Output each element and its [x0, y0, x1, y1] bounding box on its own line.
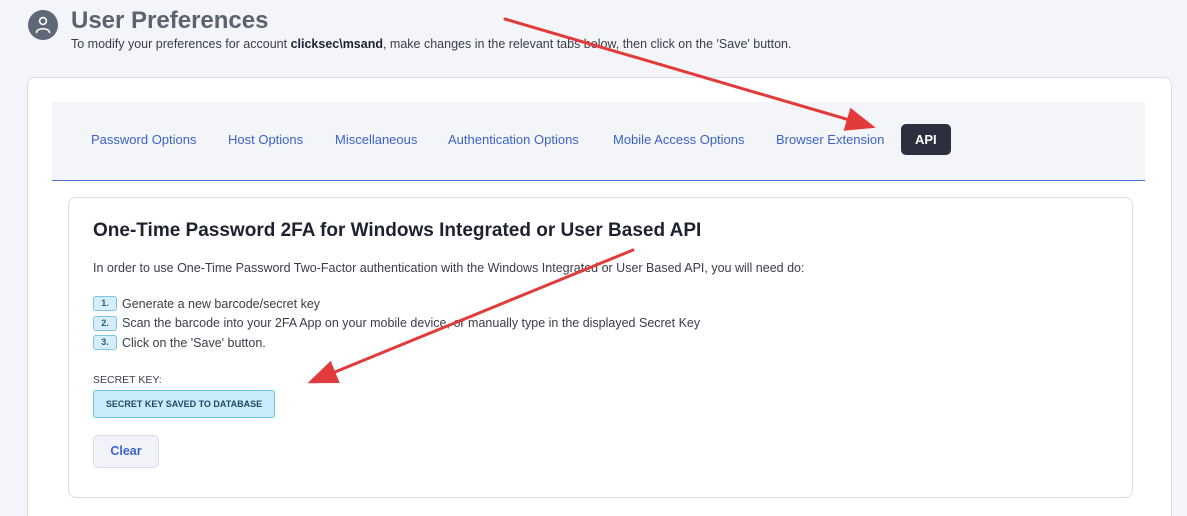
step-number: 2. [93, 315, 117, 331]
step-number: 1. [93, 296, 117, 312]
preferences-card: Password Options Host Options Miscellane… [27, 77, 1172, 516]
secret-key-status-badge: SECRET KEY SAVED TO DATABASE [93, 390, 275, 418]
user-icon [28, 10, 58, 40]
panel-title: One-Time Password 2FA for Windows Integr… [93, 220, 702, 241]
subtitle-prefix: To modify your preferences for account [71, 37, 291, 51]
page-title: User Preferences [71, 7, 269, 34]
tab-browser-extension[interactable]: Browser Extension [776, 124, 884, 155]
panel-intro: In order to use One-Time Password Two-Fa… [93, 261, 805, 275]
tab-miscellaneous[interactable]: Miscellaneous [335, 124, 417, 155]
tab-authentication-options[interactable]: Authentication Options [448, 124, 579, 155]
tab-password-options[interactable]: Password Options [91, 124, 197, 155]
step-text: Click on the 'Save' button. [122, 335, 266, 350]
api-2fa-panel: One-Time Password 2FA for Windows Integr… [68, 197, 1133, 498]
tab-api[interactable]: API [901, 124, 951, 155]
account-name: clicksec\msand [290, 37, 383, 51]
subtitle-suffix: , make changes in the relevant tabs belo… [382, 37, 792, 51]
list-item: 3. Click on the 'Save' button. [93, 333, 700, 353]
steps-list: 1. Generate a new barcode/secret key 2. … [93, 294, 700, 353]
tab-bar: Password Options Host Options Miscellane… [52, 102, 1145, 181]
list-item: 2. Scan the barcode into your 2FA App on… [93, 314, 700, 334]
tab-host-options[interactable]: Host Options [228, 124, 303, 155]
list-item: 1. Generate a new barcode/secret key [93, 294, 700, 314]
secret-key-label: SECRET KEY: [93, 374, 162, 386]
tab-mobile-access-options[interactable]: Mobile Access Options [613, 124, 745, 155]
clear-button[interactable]: Clear [93, 435, 159, 468]
page-subtitle: To modify your preferences for account c… [71, 37, 791, 51]
step-text: Scan the barcode into your 2FA App on yo… [122, 316, 701, 331]
step-number: 3. [93, 335, 117, 351]
step-text: Generate a new barcode/secret key [122, 296, 321, 311]
